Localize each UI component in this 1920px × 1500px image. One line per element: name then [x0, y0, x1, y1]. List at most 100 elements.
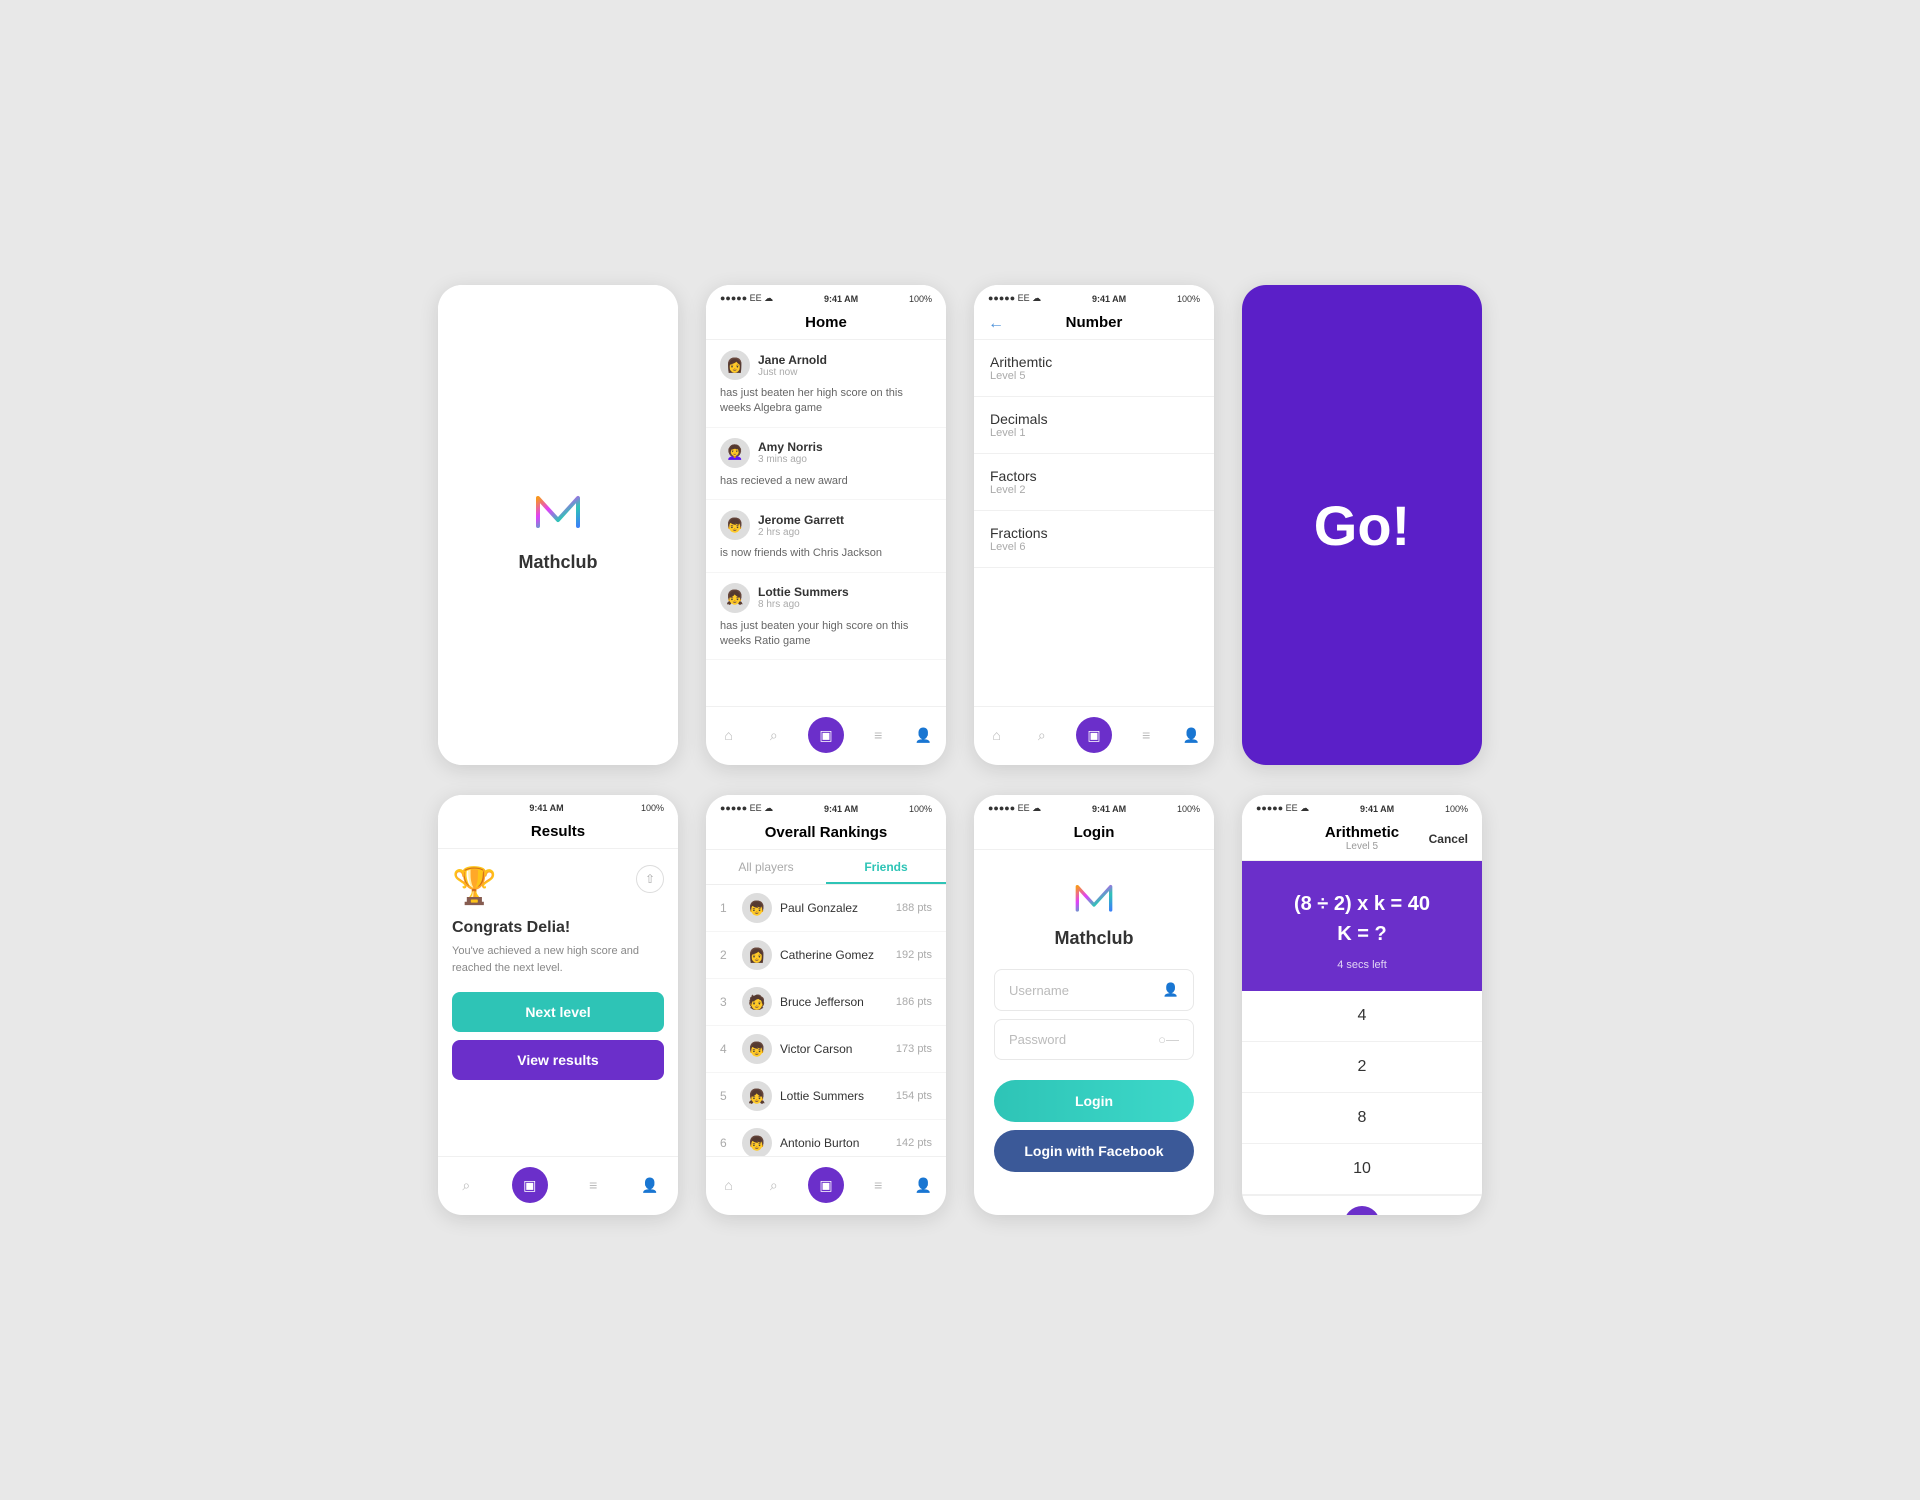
question-text: (8 ÷ 2) x k = 40K = ? [1262, 889, 1462, 949]
username-field[interactable]: Username 👤 [994, 969, 1194, 1011]
screens-container: Mathclub ●●●●● EE ☁ 9:41 AM 100% Home 👩 … [438, 285, 1482, 1215]
status-time-arith: 9:41 AM [1360, 804, 1394, 814]
arithmetic-screen: ●●●●● EE ☁ 9:41 AM 100% Arithmetic Level… [1242, 795, 1482, 1215]
nav-home-arith[interactable]: ⌂ [1254, 1213, 1276, 1215]
rankings-list: 1 👦 Paul Gonzalez 188 pts 2 👩 Catherine … [706, 885, 946, 1156]
nav-search-icon-num[interactable]: ⌕ [1031, 724, 1053, 746]
status-bar-login: ●●●●● EE ☁ 9:41 AM 100% [974, 795, 1214, 818]
ranking-row-5: 5 👧 Lottie Summers 154 pts [706, 1073, 946, 1120]
splash-title: Mathclub [519, 552, 598, 573]
status-battery-arith: 100% [1445, 804, 1468, 814]
feed-item-3: 👦 Jerome Garrett 2 hrs ago is now friend… [706, 500, 946, 572]
trophy-icon: 🏆 [452, 865, 497, 907]
feed-time-1: Just now [758, 367, 827, 378]
status-battery-number: 100% [1177, 294, 1200, 304]
answer-option-4[interactable]: 4 [1242, 991, 1482, 1042]
rankings-screen: ●●●●● EE ☁ 9:41 AM 100% Overall Rankings… [706, 795, 946, 1215]
go-text: Go! [1314, 493, 1410, 558]
bottom-nav-home: ⌂ ⌕ ▣ ≡ 👤 [706, 706, 946, 765]
ranking-row-4: 4 👦 Victor Carson 173 pts [706, 1026, 946, 1073]
feed-time-4: 8 hrs ago [758, 599, 849, 610]
nav-cards-icon-num[interactable]: ▣ [1076, 717, 1112, 753]
feed-text-3: is now friends with Chris Jackson [720, 546, 932, 561]
login-header: Login [974, 818, 1214, 850]
nav-list-rank[interactable]: ≡ [867, 1174, 889, 1196]
feed-name-1: Jane Arnold [758, 353, 827, 367]
avatar-rank-6: 👦 [742, 1128, 772, 1156]
nav-search-results[interactable]: ⌕ [455, 1174, 477, 1196]
status-signal-number: ●●●●● EE ☁ [988, 293, 1041, 304]
status-signal: ●●●●● EE ☁ [720, 293, 773, 304]
answer-option-8[interactable]: 8 [1242, 1093, 1482, 1144]
ranking-row-3: 3 🧑 Bruce Jefferson 186 pts [706, 979, 946, 1026]
answer-option-10[interactable]: 10 [1242, 1144, 1482, 1195]
category-fractions[interactable]: Fractions Level 6 [974, 511, 1214, 568]
answer-option-2[interactable]: 2 [1242, 1042, 1482, 1093]
nav-cards-icon[interactable]: ▣ [808, 717, 844, 753]
nav-cards-rank[interactable]: ▣ [808, 1167, 844, 1203]
nav-list-icon-num[interactable]: ≡ [1135, 724, 1157, 746]
status-signal-login: ●●●●● EE ☁ [988, 803, 1041, 814]
ranking-row-1: 1 👦 Paul Gonzalez 188 pts [706, 885, 946, 932]
tab-all-players[interactable]: All players [706, 850, 826, 884]
password-field[interactable]: Password ○— [994, 1019, 1194, 1060]
back-arrow-icon[interactable]: ← [988, 315, 1004, 333]
nav-profile-results[interactable]: 👤 [639, 1174, 661, 1196]
status-signal-arith: ●●●●● EE ☁ [1256, 803, 1309, 814]
avatar-rank-5: 👧 [742, 1081, 772, 1111]
nav-search-arith[interactable]: ⌕ [1299, 1213, 1321, 1215]
feed-time-2: 3 mins ago [758, 454, 823, 465]
nav-cards-results[interactable]: ▣ [512, 1167, 548, 1203]
nav-home-icon-num[interactable]: ⌂ [986, 724, 1008, 746]
bottom-nav-arith: ⌂ ⌕ ▣ ≡ 👤 [1242, 1195, 1482, 1215]
status-time-results: 9:41 AM [529, 803, 563, 813]
login-content: Mathclub Username 👤 Password ○— Login Lo… [974, 850, 1214, 1215]
avatar-rank-2: 👩 [742, 940, 772, 970]
category-arithmetic[interactable]: Arithemtic Level 5 [974, 340, 1214, 397]
login-button[interactable]: Login [994, 1080, 1194, 1122]
share-icon[interactable]: ⇧ [636, 865, 664, 893]
nav-home-icon[interactable]: ⌂ [718, 724, 740, 746]
nav-list-results[interactable]: ≡ [582, 1174, 604, 1196]
nav-list-icon[interactable]: ≡ [867, 724, 889, 746]
question-box: (8 ÷ 2) x k = 40K = ? 4 secs left [1242, 861, 1482, 991]
view-results-button[interactable]: View results [452, 1040, 664, 1080]
tab-friends[interactable]: Friends [826, 850, 946, 884]
status-bar-home: ●●●●● EE ☁ 9:41 AM 100% [706, 285, 946, 308]
feed-text-2: has recieved a new award [720, 474, 932, 489]
status-bar-arith: ●●●●● EE ☁ 9:41 AM 100% [1242, 795, 1482, 818]
nav-search-icon[interactable]: ⌕ [763, 724, 785, 746]
home-header: Home [706, 308, 946, 340]
category-factors[interactable]: Factors Level 2 [974, 454, 1214, 511]
status-battery-results: 100% [641, 803, 664, 813]
results-top-row: 🏆 ⇧ [452, 865, 664, 907]
feed-time-3: 2 hrs ago [758, 527, 844, 538]
nav-profile-arith[interactable]: 👤 [1448, 1213, 1470, 1215]
avatar-rank-3: 🧑 [742, 987, 772, 1017]
next-level-button[interactable]: Next level [452, 992, 664, 1032]
status-time-home: 9:41 AM [824, 294, 858, 304]
feed-name-2: Amy Norris [758, 440, 823, 454]
bottom-nav-results: ⌕ ▣ ≡ 👤 [438, 1156, 678, 1215]
login-title: Mathclub [1055, 928, 1134, 949]
mathclub-logo-splash [528, 478, 588, 538]
nav-list-arith[interactable]: ≡ [1403, 1213, 1425, 1215]
congrats-text: You've achieved a new high score and rea… [452, 943, 664, 976]
nav-home-rank[interactable]: ⌂ [718, 1174, 740, 1196]
results-content: 🏆 ⇧ Congrats Delia! You've achieved a ne… [438, 849, 678, 1156]
nav-profile-icon-num[interactable]: 👤 [1180, 724, 1202, 746]
cancel-button[interactable]: Cancel [1429, 832, 1468, 846]
feed-name-4: Lottie Summers [758, 585, 849, 599]
status-bar-results: 9:41 AM 100% [438, 795, 678, 817]
eye-icon: ○— [1158, 1032, 1179, 1047]
nav-profile-icon[interactable]: 👤 [912, 724, 934, 746]
mathclub-logo-login [1069, 870, 1119, 920]
nav-profile-rank[interactable]: 👤 [912, 1174, 934, 1196]
facebook-login-button[interactable]: Login with Facebook [994, 1130, 1194, 1172]
status-bar-number: ●●●●● EE ☁ 9:41 AM 100% [974, 285, 1214, 308]
go-screen: Go! [1242, 285, 1482, 765]
nav-cards-arith[interactable]: ▣ [1344, 1206, 1380, 1215]
category-decimals[interactable]: Decimals Level 1 [974, 397, 1214, 454]
ranking-row-2: 2 👩 Catherine Gomez 192 pts [706, 932, 946, 979]
nav-search-rank[interactable]: ⌕ [763, 1174, 785, 1196]
